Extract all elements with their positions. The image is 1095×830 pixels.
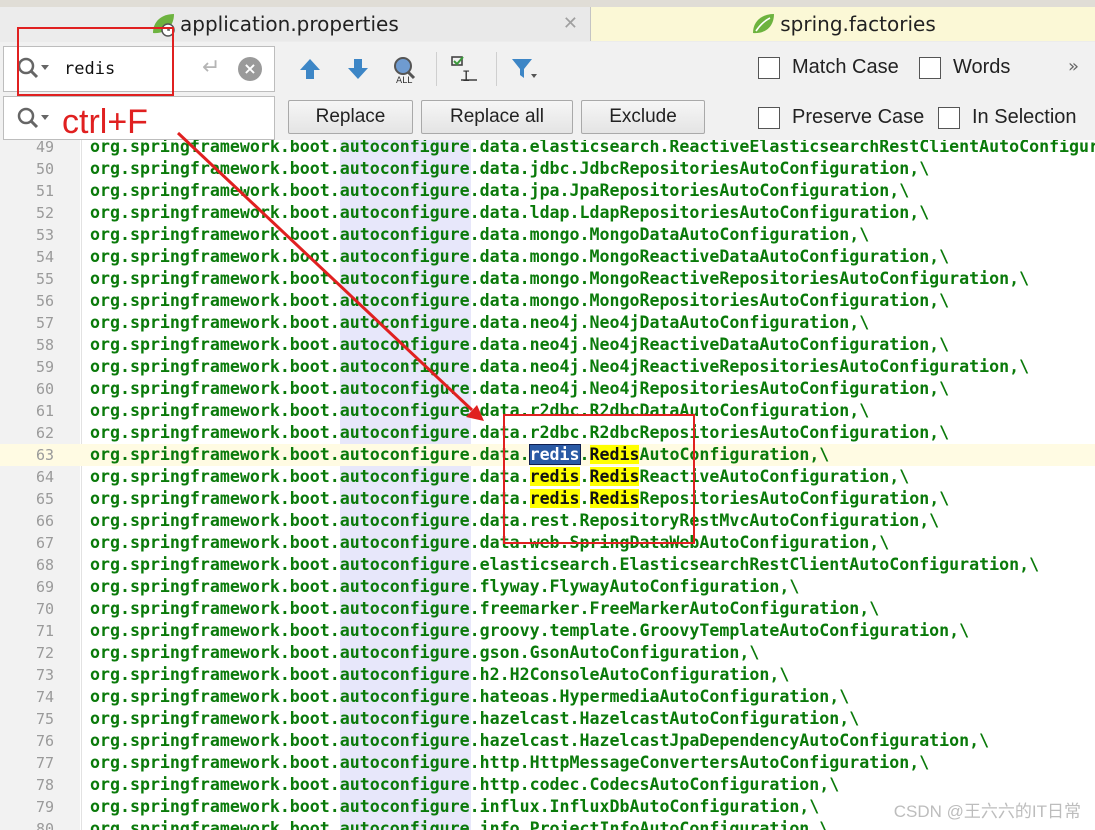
watermark: CSDN @王六六的IT日常 — [893, 802, 1081, 821]
annotation-arrow — [176, 131, 484, 421]
